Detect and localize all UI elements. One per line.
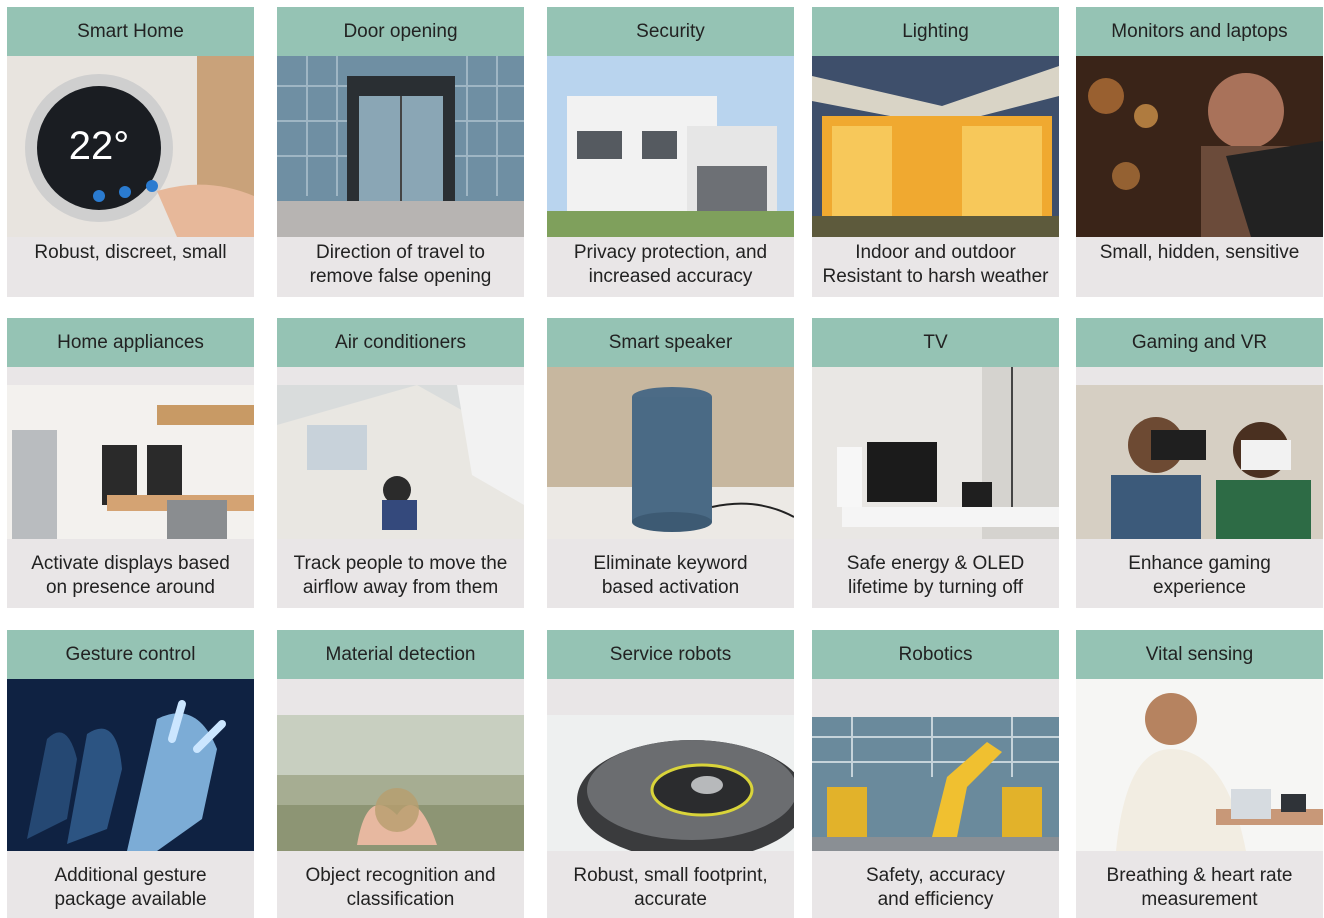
card-title: Service robots — [547, 630, 794, 679]
card-caption: Robust, small footprint, accurate — [573, 865, 768, 910]
card-caption: Breathing & heart rate measurement — [1106, 865, 1293, 910]
card-caption: Small, hidden, sensitive — [1099, 242, 1300, 263]
blood-pressure-image — [1076, 679, 1323, 851]
card-monitors-laptops: Monitors and laptops Small, hidden, sens… — [1076, 7, 1323, 297]
card-title: Robotics — [812, 630, 1059, 679]
card-security: Security Privacy protection, and increas… — [547, 7, 794, 297]
kitchen-image — [7, 385, 254, 539]
card-title: Lighting — [812, 7, 1059, 56]
card-title: Security — [547, 7, 794, 56]
card-tv: TV Safe energy & OLED lifetime by turnin… — [812, 318, 1059, 608]
card-caption: Privacy protection, and increased accura… — [573, 242, 768, 287]
modern-house-image — [547, 56, 794, 237]
card-smart-home: Smart Home 22° Robust, discreet, small — [7, 7, 254, 297]
office-ac-image — [277, 385, 524, 539]
card-robotics: Robotics Safety, accuracy and efficiency — [812, 630, 1059, 918]
card-title: Gesture control — [7, 630, 254, 679]
glass-door-image — [277, 56, 524, 237]
card-title: TV — [812, 318, 1059, 367]
card-air-conditioners: Air conditioners Track people to move th… — [277, 318, 524, 608]
card-material-detection: Material detection Object recognition an… — [277, 630, 524, 918]
card-caption: Robust, discreet, small — [34, 242, 227, 263]
card-caption: Activate displays based on presence arou… — [31, 553, 230, 598]
card-title: Home appliances — [7, 318, 254, 367]
card-title: Air conditioners — [277, 318, 524, 367]
gesture-hand-image — [7, 679, 254, 851]
card-title: Material detection — [277, 630, 524, 679]
card-service-robots: Service robots Robust, small footprint, … — [547, 630, 794, 918]
card-title: Smart Home — [7, 7, 254, 56]
smart-speaker-image — [547, 367, 794, 539]
card-smart-speaker: Smart speaker Eliminate keyword based ac… — [547, 318, 794, 608]
svg-text:22°: 22° — [69, 124, 130, 168]
card-title: Smart speaker — [547, 318, 794, 367]
card-caption: Safe energy & OLED lifetime by turning o… — [846, 553, 1025, 598]
robot-vacuum-image — [547, 715, 794, 851]
card-title: Monitors and laptops — [1076, 7, 1323, 56]
card-caption: Safety, accuracy and efficiency — [865, 865, 1006, 910]
card-title: Door opening — [277, 7, 524, 56]
card-caption: Object recognition and classification — [305, 865, 496, 910]
card-door-opening: Door opening Direction of travel to remo… — [277, 7, 524, 297]
card-title: Vital sensing — [1076, 630, 1323, 679]
card-caption: Eliminate keyword based activation — [593, 553, 748, 598]
card-caption: Indoor and outdoor Resistant to harsh we… — [822, 242, 1049, 287]
tv-room-image — [812, 367, 1059, 539]
card-caption: Additional gesture package available — [54, 865, 207, 910]
card-home-appliances: Home appliances Activate displays based … — [7, 318, 254, 608]
vr-headsets-image — [1076, 385, 1323, 539]
card-caption: Track people to move the airflow away fr… — [293, 553, 508, 598]
card-gesture-control: Gesture control Additional gesture packa… — [7, 630, 254, 918]
industrial-robots-image — [812, 717, 1059, 851]
card-title: Gaming and VR — [1076, 318, 1323, 367]
card-caption: Enhance gaming experience — [1128, 553, 1271, 598]
lit-house-image — [812, 56, 1059, 237]
card-vital-sensing: Vital sensing Breathing & heart rate mea… — [1076, 630, 1323, 918]
card-gaming-vr: Gaming and VR Enhance gaming experience — [1076, 318, 1323, 608]
hands-in-grain-image — [277, 715, 524, 851]
card-caption: Direction of travel to remove false open… — [309, 242, 492, 287]
thermostat-image: 22° — [7, 56, 254, 237]
card-lighting: Lighting Indoor and outdoor Resistant to… — [812, 7, 1059, 297]
man-with-tablet-image — [1076, 56, 1323, 237]
